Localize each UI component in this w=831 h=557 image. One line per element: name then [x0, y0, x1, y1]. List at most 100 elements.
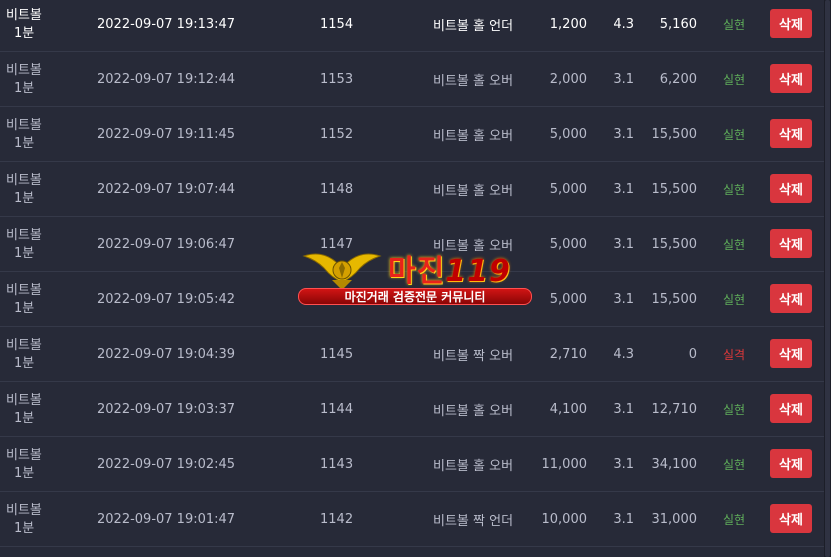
bet-odds: 3.1	[613, 72, 634, 87]
bet-odds: 3.1	[613, 182, 634, 197]
bet-amount: 5,000	[549, 127, 587, 142]
bet-amount: 1,200	[549, 17, 587, 32]
table-row: 비트볼 1분 2022-09-07 19:07:44 1148 비트볼 홀 오버…	[0, 162, 824, 217]
game-name: 비트볼	[6, 502, 42, 518]
game-interval: 1분	[14, 135, 35, 151]
bet-odds: 3.1	[613, 402, 634, 417]
bet-pick: 비트볼 홀 오버	[433, 459, 514, 474]
bet-odds: 3.1	[613, 237, 634, 252]
bet-pick: 비트볼 짝 오버	[433, 349, 514, 364]
bet-time: 2022-09-07 19:13:47	[97, 17, 236, 32]
bet-odds: 3.1	[613, 292, 634, 307]
bet-status: 실현	[723, 458, 746, 472]
bet-amount: 11,000	[541, 457, 588, 472]
bet-amount: 2,000	[549, 72, 587, 87]
bet-amount: 10,000	[541, 512, 588, 527]
bet-amount: 2,710	[549, 347, 587, 362]
game-name: 비트볼	[6, 337, 42, 353]
game-cell: 비트볼 1분	[6, 217, 50, 272]
bet-pick: 비트볼 홀 오버	[433, 184, 514, 199]
bet-pick: 비트볼 홀 오버	[433, 239, 514, 254]
delete-button[interactable]: 삭제	[770, 284, 812, 313]
bet-time: 2022-09-07 19:12:44	[97, 72, 236, 87]
delete-button[interactable]: 삭제	[770, 119, 812, 148]
vertical-scrollbar[interactable]	[824, 0, 831, 557]
game-interval: 1분	[14, 410, 35, 426]
delete-button[interactable]: 삭제	[770, 449, 812, 478]
game-name: 비트볼	[6, 227, 42, 243]
game-cell: 비트볼 1분	[6, 52, 50, 107]
bet-payout: 15,500	[651, 237, 698, 252]
bet-pick: 비트볼 홀 오버	[433, 74, 514, 89]
bet-time: 2022-09-07 19:07:44	[97, 182, 236, 197]
delete-button[interactable]: 삭제	[770, 229, 812, 258]
bet-odds: 3.1	[613, 127, 634, 142]
game-cell: 비트볼 1분	[6, 107, 50, 162]
game-name: 비트볼	[6, 117, 42, 133]
delete-button[interactable]: 삭제	[770, 174, 812, 203]
table-row: 비트볼 1분 2022-09-07 19:06:47 1147 비트볼 홀 오버…	[0, 217, 824, 272]
bet-status: 실현	[723, 183, 746, 197]
bet-pick: 비트볼 홀 언더	[433, 19, 514, 34]
round-number: 1153	[320, 72, 354, 87]
delete-button[interactable]: 삭제	[770, 339, 812, 368]
game-interval: 1분	[14, 300, 35, 316]
game-interval: 1분	[14, 190, 35, 206]
round-number: 1154	[320, 17, 354, 32]
round-number: 1147	[320, 237, 354, 252]
bet-odds: 3.1	[613, 457, 634, 472]
bet-time: 2022-09-07 19:11:45	[97, 127, 236, 142]
delete-button[interactable]: 삭제	[770, 394, 812, 423]
game-interval: 1분	[14, 520, 35, 536]
game-cell: 비트볼 1분	[6, 0, 50, 52]
game-name: 비트볼	[6, 282, 42, 298]
game-cell: 비트볼 1분	[6, 382, 50, 437]
bet-payout: 0	[688, 347, 697, 362]
bet-payout: 15,500	[651, 182, 698, 197]
bet-time: 2022-09-07 19:04:39	[97, 347, 236, 362]
bet-history-table: 비트볼 1분 2022-09-07 19:13:47 1154 비트볼 홀 언더…	[0, 0, 824, 557]
delete-button[interactable]: 삭제	[770, 504, 812, 533]
table-row: 비트볼 1분 2022-09-07 19:11:45 1152 비트볼 홀 오버…	[0, 107, 824, 162]
bet-payout: 31,000	[651, 512, 698, 527]
bet-status: 실현	[723, 293, 746, 307]
bet-payout: 6,200	[659, 72, 697, 87]
bet-time: 2022-09-07 19:02:45	[97, 457, 236, 472]
round-number: 1142	[320, 512, 354, 527]
table-row: 비트볼 1분 2022-09-07 19:03:37 1144 비트볼 홀 오버…	[0, 382, 824, 437]
delete-button[interactable]: 삭제	[770, 9, 812, 38]
game-cell: 비트볼 1분	[6, 437, 50, 492]
table-row: 비트볼 1분 2022-09-07 19:04:39 1145 비트볼 짝 오버…	[0, 327, 824, 382]
game-name: 비트볼	[6, 392, 42, 408]
bet-payout: 12,710	[651, 402, 698, 417]
bet-status: 실현	[723, 73, 746, 87]
game-interval: 1분	[14, 465, 35, 481]
game-cell: 비트볼 1분	[6, 272, 50, 327]
bet-status: 실현	[723, 238, 746, 252]
round-number: 1145	[320, 347, 354, 362]
game-cell: 비트볼 1분	[6, 492, 50, 547]
scrollbar-thumb[interactable]	[825, 0, 830, 557]
bet-time: 2022-09-07 19:05:42	[97, 292, 236, 307]
table-row: 비트볼 1분 2022-09-07 19:01:47 1142 비트볼 짝 언더…	[0, 492, 824, 547]
bet-odds: 3.1	[613, 512, 634, 527]
bet-status: 실현	[723, 128, 746, 142]
bet-time: 2022-09-07 19:06:47	[97, 237, 236, 252]
bet-odds: 4.3	[613, 17, 634, 32]
bet-amount: 5,000	[549, 237, 587, 252]
bet-amount: 5,000	[549, 182, 587, 197]
bet-amount: 4,100	[549, 402, 587, 417]
bet-pick: 비트볼 홀 오버	[433, 129, 514, 144]
round-number: 1144	[320, 402, 354, 417]
game-interval: 1분	[14, 355, 35, 371]
table-row: 비트볼 1분 2022-09-07 19:05:42 5,000 3.1 15,…	[0, 272, 824, 327]
delete-button[interactable]: 삭제	[770, 64, 812, 93]
game-interval: 1분	[14, 25, 35, 41]
table-row: 비트볼 1분 2022-09-07 19:12:44 1153 비트볼 홀 오버…	[0, 52, 824, 107]
bet-pick: 비트볼 홀 오버	[433, 404, 514, 419]
game-name: 비트볼	[6, 447, 42, 463]
bet-status: 실격	[723, 348, 746, 362]
bet-payout: 5,160	[659, 17, 697, 32]
bet-time: 2022-09-07 19:03:37	[97, 402, 236, 417]
game-name: 비트볼	[6, 7, 42, 23]
